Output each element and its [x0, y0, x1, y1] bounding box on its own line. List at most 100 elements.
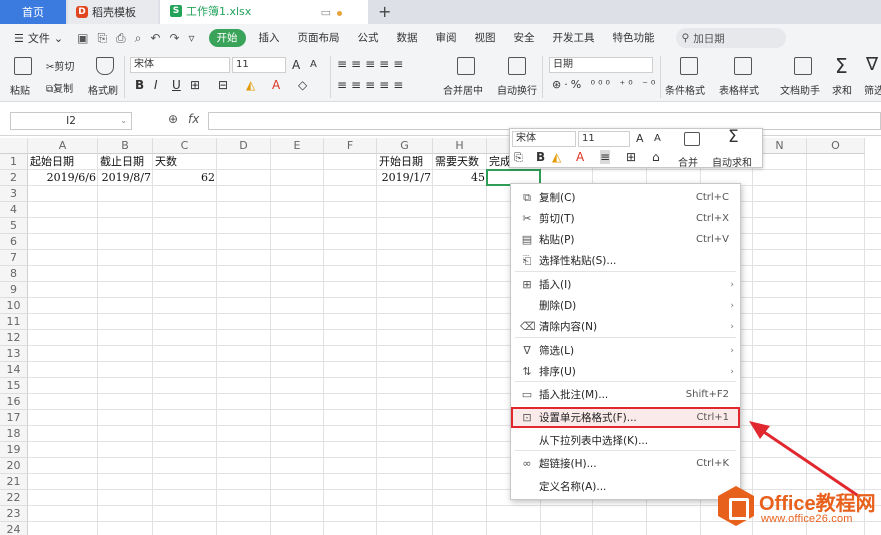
- context-menu-item[interactable]: 删除(D) ›: [511, 295, 740, 316]
- context-menu-item[interactable]: ⊡ 设置单元格格式(F)... Ctrl+1: [511, 407, 740, 428]
- context-menu-item[interactable]: ▤ 粘贴(P) Ctrl+V: [511, 229, 740, 250]
- cell-c2[interactable]: 62: [155, 170, 215, 186]
- mini-autosum-button[interactable]: 自动求和: [712, 154, 752, 169]
- bold-button[interactable]: B: [536, 150, 545, 164]
- row-header[interactable]: 24: [0, 522, 28, 535]
- row-header[interactable]: 5: [0, 218, 28, 234]
- tab-template[interactable]: D 稻壳模板: [68, 0, 158, 24]
- row-header[interactable]: 9: [0, 282, 28, 298]
- row-header[interactable]: 11: [0, 314, 28, 330]
- filter-button[interactable]: 筛选: [864, 82, 881, 97]
- row-header[interactable]: 3: [0, 186, 28, 202]
- cell-c1[interactable]: 天数: [155, 154, 215, 170]
- merge-icon[interactable]: [684, 132, 700, 146]
- cut-button[interactable]: ✂剪切: [46, 58, 74, 73]
- row-header[interactable]: 1: [0, 154, 28, 170]
- context-menu-item[interactable]: ⎗ 选择性粘贴(S)...: [511, 250, 740, 271]
- fx-button[interactable]: fx: [188, 112, 199, 126]
- wrap-text-button[interactable]: 自动换行: [497, 82, 537, 97]
- tab-workbook[interactable]: S 工作簿1.xlsx ▭: [160, 0, 368, 24]
- row-header[interactable]: 22: [0, 490, 28, 506]
- tab-security[interactable]: 安全: [505, 24, 544, 52]
- column-header[interactable]: A: [28, 138, 98, 154]
- context-menu-item[interactable]: 从下拉列表中选择(K)...: [511, 430, 740, 451]
- context-menu-item[interactable]: ∇ 筛选(L) ›: [511, 340, 740, 361]
- align-center-icon[interactable]: ≡: [600, 150, 611, 164]
- clear-format-icon[interactable]: ◇: [298, 78, 307, 92]
- font-name-select[interactable]: 宋体: [130, 57, 230, 73]
- tab-formula[interactable]: 公式: [349, 24, 388, 52]
- underline-button[interactable]: U: [172, 78, 181, 92]
- row-header[interactable]: 19: [0, 442, 28, 458]
- format-painter-icon[interactable]: ⎘: [514, 151, 523, 165]
- italic-button[interactable]: I: [154, 78, 158, 92]
- conditional-format-icon[interactable]: [680, 57, 698, 75]
- tab-insert[interactable]: 插入: [250, 24, 289, 52]
- format-painter-icon[interactable]: [96, 57, 114, 75]
- tab-review[interactable]: 审阅: [427, 24, 466, 52]
- undo-icon[interactable]: ↶: [150, 31, 160, 46]
- sum-icon[interactable]: Σ: [728, 127, 739, 147]
- font-grow-icon[interactable]: A: [292, 58, 300, 72]
- row-header[interactable]: 14: [0, 362, 28, 378]
- cell-g2[interactable]: 2019/1/7: [379, 170, 431, 186]
- context-menu-item[interactable]: 定义名称(A)...: [511, 476, 740, 497]
- redo-icon[interactable]: ↷: [169, 31, 179, 46]
- highlight-icon[interactable]: ◭: [246, 78, 255, 92]
- merge-icon[interactable]: [457, 57, 475, 75]
- file-menu[interactable]: ☰ 文件 ⌄: [14, 30, 63, 46]
- context-menu-item[interactable]: ⌫ 清除内容(N) ›: [511, 316, 740, 337]
- cell-a1[interactable]: 起始日期: [30, 154, 96, 170]
- context-menu-item[interactable]: ▭ 插入批注(M)... Shift+F2: [511, 384, 740, 405]
- column-header[interactable]: F: [324, 138, 377, 154]
- number-format-icons[interactable]: ⊛·% ⁰⁰⁰ ⁺⁰ ⁻⁰: [552, 78, 658, 91]
- font-size-select[interactable]: 11: [232, 57, 286, 73]
- font-shrink-icon[interactable]: A: [654, 133, 661, 144]
- mini-size-select[interactable]: 11: [578, 131, 630, 147]
- save-icon[interactable]: ▣: [77, 31, 88, 46]
- sum-icon[interactable]: Σ: [835, 54, 848, 78]
- row-header[interactable]: 7: [0, 250, 28, 266]
- tab-start[interactable]: 开始: [208, 29, 246, 47]
- tab-features[interactable]: 特色功能: [604, 24, 664, 52]
- print-icon[interactable]: ⎙: [116, 31, 126, 46]
- sum-button[interactable]: 求和: [832, 82, 852, 97]
- table-style-icon[interactable]: [734, 57, 752, 75]
- more-icon[interactable]: ▿: [189, 31, 195, 46]
- column-header[interactable]: C: [153, 138, 217, 154]
- fill-icon[interactable]: ⊟: [218, 78, 228, 92]
- eraser-icon[interactable]: ⌂: [652, 150, 660, 164]
- conditional-format-button[interactable]: 条件格式: [665, 82, 705, 97]
- paste-icon[interactable]: [14, 57, 32, 75]
- cell-a2[interactable]: 2019/6/6: [30, 170, 96, 186]
- row-header[interactable]: 2: [0, 170, 28, 186]
- row-header[interactable]: 10: [0, 298, 28, 314]
- cell-b1[interactable]: 截止日期: [100, 154, 151, 170]
- column-header[interactable]: D: [217, 138, 271, 154]
- row-header[interactable]: 8: [0, 266, 28, 282]
- font-color-icon[interactable]: A: [272, 78, 280, 92]
- row-header[interactable]: 23: [0, 506, 28, 522]
- number-format-select[interactable]: 日期: [549, 57, 653, 73]
- context-menu-item[interactable]: ⇅ 排序(U) ›: [511, 361, 740, 382]
- spreadsheet-grid[interactable]: ABCDEFGHIJKLMNO1234567891011121314151617…: [0, 136, 881, 535]
- font-color-icon[interactable]: A: [576, 150, 584, 164]
- table-style-button[interactable]: 表格样式: [719, 82, 759, 97]
- zoom-icon[interactable]: ⊕: [168, 112, 178, 126]
- select-all-corner[interactable]: [0, 138, 28, 154]
- column-header[interactable]: O: [807, 138, 865, 154]
- cell-h2[interactable]: 45: [435, 170, 485, 186]
- format-painter-button[interactable]: 格式刷: [88, 82, 118, 97]
- mini-font-select[interactable]: 宋体: [512, 131, 576, 147]
- align-top-icons[interactable]: ≡≡≡≡≡: [337, 57, 407, 71]
- paste-button[interactable]: 粘贴: [10, 82, 30, 97]
- highlight-icon[interactable]: ◭: [552, 150, 561, 164]
- row-header[interactable]: 16: [0, 394, 28, 410]
- bold-button[interactable]: B: [135, 78, 144, 92]
- align-left-icons[interactable]: ≡≡≡≡≡: [337, 78, 407, 92]
- font-grow-icon[interactable]: A: [636, 132, 644, 145]
- row-header[interactable]: 6: [0, 234, 28, 250]
- context-menu-item[interactable]: ⧉ 复制(C) Ctrl+C: [511, 187, 740, 208]
- row-header[interactable]: 18: [0, 426, 28, 442]
- tab-view[interactable]: 视图: [466, 24, 505, 52]
